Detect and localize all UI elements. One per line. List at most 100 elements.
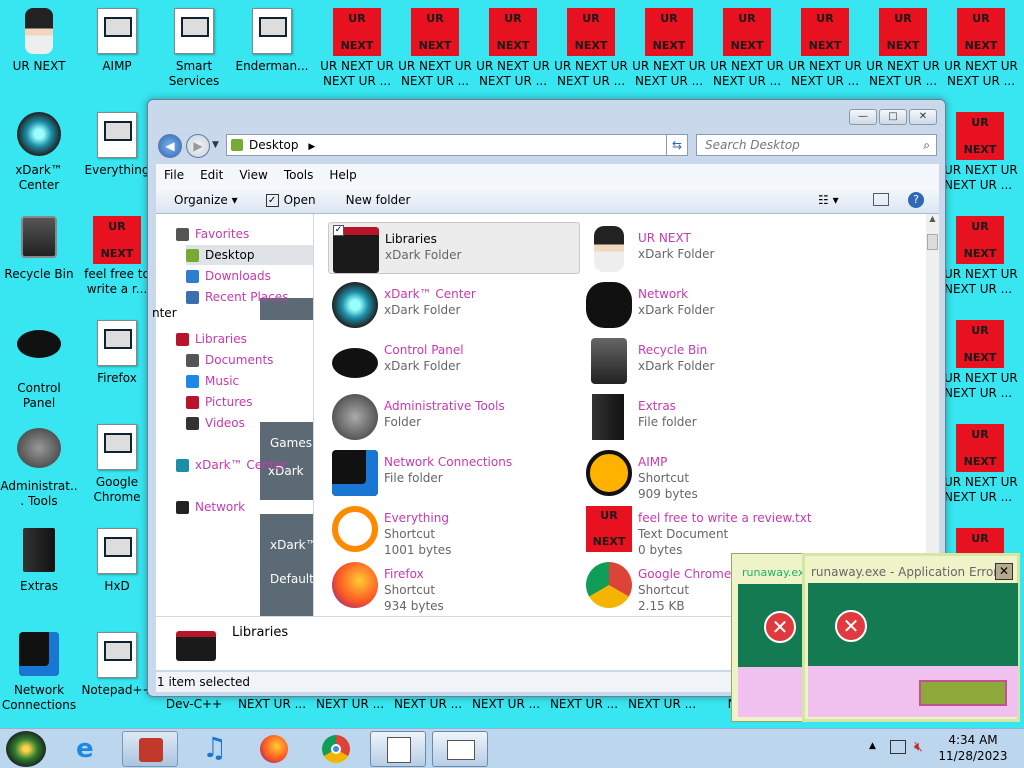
- file-item[interactable]: ✓ Libraries xDark Folder: [328, 222, 580, 274]
- desktop-icon-ur-next-file[interactable]: UR NEXT UR NEXT UR NEXT UR ...: [474, 8, 552, 89]
- desktop-icon-network-connections[interactable]: Network Connections: [0, 632, 78, 713]
- nav-item-xdark-center[interactable]: xDark™ Center: [176, 455, 287, 475]
- error-dialog-back[interactable]: runaway.exe ✕: [731, 553, 809, 722]
- address-bar[interactable]: Desktop ▶ ▼: [226, 134, 688, 156]
- ok-button[interactable]: [919, 680, 1007, 706]
- desktop-icon-everything[interactable]: Everything: [78, 112, 156, 178]
- file-item[interactable]: UR NEXT xDark Folder: [582, 222, 834, 274]
- nav-item-network[interactable]: Network: [176, 497, 245, 517]
- desktop-icon-ur-next-file[interactable]: UR NEXT UR NEXT UR NEXT UR ...: [864, 8, 942, 89]
- file-item[interactable]: UR NEXT feel free to write a review.txt Tex…: [582, 502, 834, 557]
- taskbar-store-button[interactable]: [122, 731, 178, 767]
- search-input[interactable]: Search Desktop ⌕: [696, 134, 937, 156]
- history-dropdown-icon[interactable]: ▼: [212, 140, 219, 150]
- item-checkbox-icon[interactable]: ✓: [333, 225, 344, 236]
- taskbar-firefox-button[interactable]: [246, 731, 302, 767]
- nav-item-favorites[interactable]: Favorites: [176, 224, 249, 244]
- close-button[interactable]: ✕: [909, 109, 937, 125]
- forward-button[interactable]: ▶: [186, 134, 210, 158]
- taskbar-ie-button[interactable]: e: [62, 731, 118, 767]
- help-icon[interactable]: ?: [908, 192, 924, 208]
- desktop-icon-xdark-center[interactable]: xDark™ Center: [0, 112, 78, 193]
- desktop-icon-ur-next-text[interactable]: UR NEXT feel free to write a r...: [78, 216, 156, 297]
- file-item[interactable]: Extras File folder: [582, 390, 834, 442]
- menu-file[interactable]: File: [164, 168, 184, 182]
- nav-item-recent-places[interactable]: Recent Places: [186, 287, 288, 307]
- preview-pane-icon[interactable]: [873, 193, 889, 206]
- desktop-icon-ur-next-file[interactable]: UR NEXT UR NEXT UR NEXT UR ...: [936, 320, 1024, 401]
- taskbar-chrome-button[interactable]: [308, 731, 364, 767]
- desktop-icon-hxd[interactable]: HxD: [78, 528, 156, 594]
- refresh-button[interactable]: ⇆: [666, 134, 688, 156]
- nav-item-downloads[interactable]: Downloads: [186, 266, 271, 286]
- nav-item-music[interactable]: Music: [186, 371, 239, 391]
- desktop-icon-recycle-bin[interactable]: Recycle Bin: [0, 216, 78, 282]
- breadcrumb-chevron-icon[interactable]: ▶: [308, 142, 315, 152]
- desktop-icon-enderman[interactable]: Enderman...: [233, 8, 311, 74]
- file-item[interactable]: Everything Shortcut 1001 bytes: [328, 502, 580, 557]
- desktop-icon-label[interactable]: NEXT UR ...: [311, 697, 389, 711]
- nav-item-desktop[interactable]: Desktop: [186, 245, 313, 265]
- network-tray-icon[interactable]: [890, 740, 906, 754]
- volume-muted-icon[interactable]: 🔇︎: [914, 739, 923, 755]
- desktop-icon-ur-next-file[interactable]: UR NEXT UR NEXT UR NEXT UR ...: [708, 8, 786, 89]
- maximize-button[interactable]: □: [879, 109, 907, 125]
- file-item[interactable]: Network xDark Folder: [582, 278, 834, 330]
- file-item[interactable]: xDark™ Center xDark Folder: [328, 278, 580, 330]
- menu-view[interactable]: View: [239, 168, 267, 182]
- desktop-icon-control-panel[interactable]: Control Panel: [0, 320, 78, 411]
- desktop-icon-label[interactable]: NEXT UR ...: [545, 697, 623, 711]
- taskbar-error-button[interactable]: [432, 731, 488, 767]
- menu-tools[interactable]: Tools: [284, 168, 314, 182]
- scroll-up-icon[interactable]: ▲: [926, 214, 939, 223]
- clock[interactable]: 4:34 AM 11/28/2023: [938, 732, 1008, 764]
- desktop-icon-admin-tools[interactable]: Administrat... Tools: [0, 424, 78, 509]
- desktop-icon-label[interactable]: NEXT UR ...: [233, 697, 311, 711]
- back-button[interactable]: ◀: [158, 134, 182, 158]
- view-options-icon[interactable]: ☷ ▾: [818, 193, 839, 207]
- close-icon[interactable]: ✕: [995, 563, 1013, 580]
- menu-help[interactable]: Help: [329, 168, 356, 182]
- nav-item-videos[interactable]: Videos: [186, 413, 245, 433]
- desktop-icon-ur-next-file[interactable]: UR NEXT UR NEXT UR NEXT UR ...: [786, 8, 864, 89]
- open-button[interactable]: ✓ Open: [265, 193, 316, 207]
- taskbar-music-button[interactable]: ♫: [184, 731, 240, 767]
- new-folder-button[interactable]: New folder: [346, 193, 411, 207]
- tray-expand-icon[interactable]: ▲: [869, 741, 876, 751]
- desktop-icon-label[interactable]: NEXT UR ...: [623, 697, 701, 711]
- nav-item-documents[interactable]: Documents: [186, 350, 273, 370]
- file-item[interactable]: Control Panel xDark Folder: [328, 334, 580, 386]
- desktop-icon-ur-next-file[interactable]: UR NEXT UR NEXT UR NEXT UR ...: [936, 424, 1024, 505]
- taskbar-runaway-button[interactable]: [370, 731, 426, 767]
- nav-item-libraries[interactable]: Libraries: [176, 329, 247, 349]
- organize-menu[interactable]: Organize ▾: [174, 193, 238, 207]
- desktop-icon-label[interactable]: NEXT UR ...: [389, 697, 467, 711]
- menu-edit[interactable]: Edit: [200, 168, 223, 182]
- desktop-icon-ur-next-file[interactable]: UR NEXT UR NEXT UR NEXT UR ...: [552, 8, 630, 89]
- start-button[interactable]: [6, 731, 46, 767]
- desktop-icon-label[interactable]: Dev-C++: [155, 697, 233, 711]
- desktop-icon-ur-next-file[interactable]: UR NEXT UR NEXT UR NEXT UR ...: [318, 8, 396, 89]
- file-item[interactable]: Firefox Shortcut 934 bytes: [328, 558, 580, 613]
- file-item[interactable]: Administrative Tools Folder: [328, 390, 580, 442]
- desktop-icon-ur-next-file[interactable]: UR NEXT UR NEXT UR NEXT UR ...: [630, 8, 708, 89]
- nav-item-pictures[interactable]: Pictures: [186, 392, 253, 412]
- desktop-icon-label[interactable]: NEXT UR ...: [467, 697, 545, 711]
- desktop-icon-firefox[interactable]: Firefox: [78, 320, 156, 386]
- desktop-icon-ur-next-file[interactable]: UR NEXT UR NEXT UR NEXT UR ...: [936, 216, 1024, 297]
- error-dialog-front[interactable]: runaway.exe - Application Error ✕ ✕: [802, 553, 1020, 722]
- desktop-icon-chrome[interactable]: Google Chrome: [78, 424, 156, 505]
- desktop-icon-ur-next-file[interactable]: UR NEXT UR NEXT UR NEXT UR ...: [942, 8, 1020, 89]
- desktop-icon-ur-next-file[interactable]: UR NEXT UR NEXT UR NEXT UR ...: [936, 112, 1024, 193]
- desktop-icon-ur-next-file[interactable]: UR NEXT UR NEXT UR NEXT UR ...: [396, 8, 474, 89]
- desktop-icon-extras-folder[interactable]: Extras: [0, 528, 78, 594]
- desktop-icon-ur-next-character[interactable]: UR NEXT: [0, 8, 78, 74]
- scroll-thumb[interactable]: [927, 234, 938, 250]
- file-item[interactable]: AIMP Shortcut 909 bytes: [582, 446, 834, 501]
- search-icon[interactable]: ⌕: [923, 135, 930, 155]
- desktop-icon-smart-services[interactable]: Smart Services: [155, 8, 233, 89]
- desktop-icon-notepadpp[interactable]: Notepad++: [78, 632, 156, 698]
- minimize-button[interactable]: —: [849, 109, 877, 125]
- file-item[interactable]: Recycle Bin xDark Folder: [582, 334, 834, 386]
- desktop-icon-aimp[interactable]: AIMP: [78, 8, 156, 74]
